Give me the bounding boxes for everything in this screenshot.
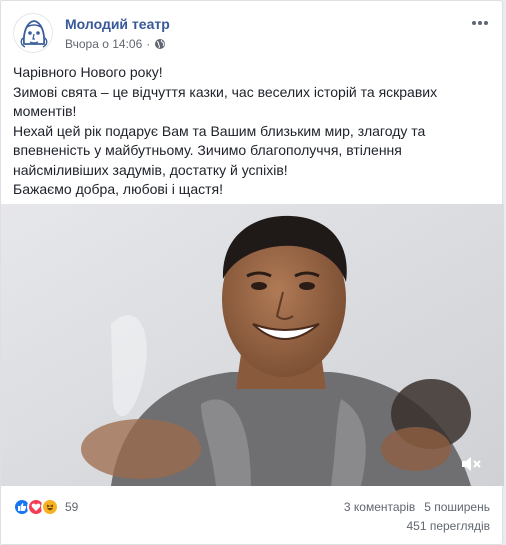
post-text: Чарівного Нового року! Зимові свята – це…: [13, 63, 493, 200]
post-text-line: Чарівного Нового року!: [13, 64, 163, 80]
page-avatar[interactable]: [13, 13, 53, 53]
meta-separator: ·: [146, 37, 151, 51]
post-meta: Вчора о 14:06 ·: [65, 37, 166, 51]
post-text-line: Зимові свята – це відчуття казки, час ве…: [13, 83, 438, 120]
reactions-summary[interactable]: 59: [13, 498, 78, 516]
post-text-line: Бажаємо добра, любові і щастя!: [13, 181, 223, 197]
reaction-count: 59: [65, 500, 79, 514]
comments-link[interactable]: 3 коментарів: [344, 500, 415, 514]
post-header: Молодий театр Вчора о 14:06 ·: [13, 13, 490, 55]
post-timestamp[interactable]: Вчора о 14:06: [65, 37, 142, 51]
page-name-link[interactable]: Молодий театр: [65, 16, 170, 32]
post-text-line: Нехай цей рік подарує Вам та Вашим близь…: [13, 122, 426, 178]
globe-icon[interactable]: [154, 38, 166, 50]
post-footer: 59 3 коментарів 5 поширень 451 перегляді…: [13, 492, 490, 536]
shares-link[interactable]: 5 поширень: [424, 500, 490, 514]
video-frame: [1, 204, 504, 486]
engagement-stats: 3 коментарів 5 поширень: [344, 500, 490, 514]
speaker-muted-icon[interactable]: [460, 454, 484, 474]
haha-icon: [41, 498, 59, 516]
video-player[interactable]: [1, 204, 504, 486]
more-icon[interactable]: [470, 13, 490, 33]
view-count: 451 переглядів: [406, 519, 490, 533]
post-card: Молодий театр Вчора о 14:06 · Чарівного …: [0, 0, 504, 545]
